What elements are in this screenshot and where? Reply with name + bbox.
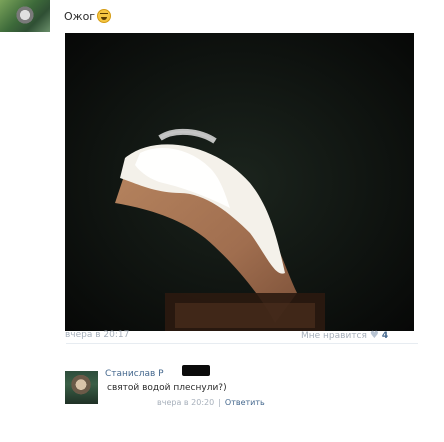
photo-illustration (65, 33, 414, 331)
divider (66, 343, 418, 344)
like-label: Мне нравится (301, 330, 367, 341)
heart-icon: ♥ (369, 330, 379, 341)
comment-text: святой водой плеснули?) (107, 383, 227, 393)
reply-button[interactable]: Ответить (225, 398, 265, 407)
meta-separator: | (218, 398, 221, 407)
sad-face-emoji-icon (97, 9, 112, 23)
comment-author-avatar[interactable] (65, 371, 98, 404)
redaction-mark (182, 365, 210, 376)
post-timestamp[interactable]: вчера в 20:17 (65, 330, 129, 340)
comment-timestamp[interactable]: вчера в 20:20 (157, 398, 214, 407)
comment-meta: вчера в 20:20 | Ответить (157, 398, 265, 407)
post-text: Ожог (64, 9, 112, 23)
post-photo[interactable] (65, 33, 414, 331)
comment-author-link[interactable]: Станислав Р (105, 369, 164, 379)
like-button[interactable]: Мне нравится ♥ 4 (301, 330, 388, 341)
post-text-content: Ожог (64, 9, 96, 23)
author-avatar[interactable] (0, 0, 50, 32)
like-count: 4 (381, 330, 389, 341)
comment-author-name[interactable]: Станислав Р (105, 369, 164, 379)
